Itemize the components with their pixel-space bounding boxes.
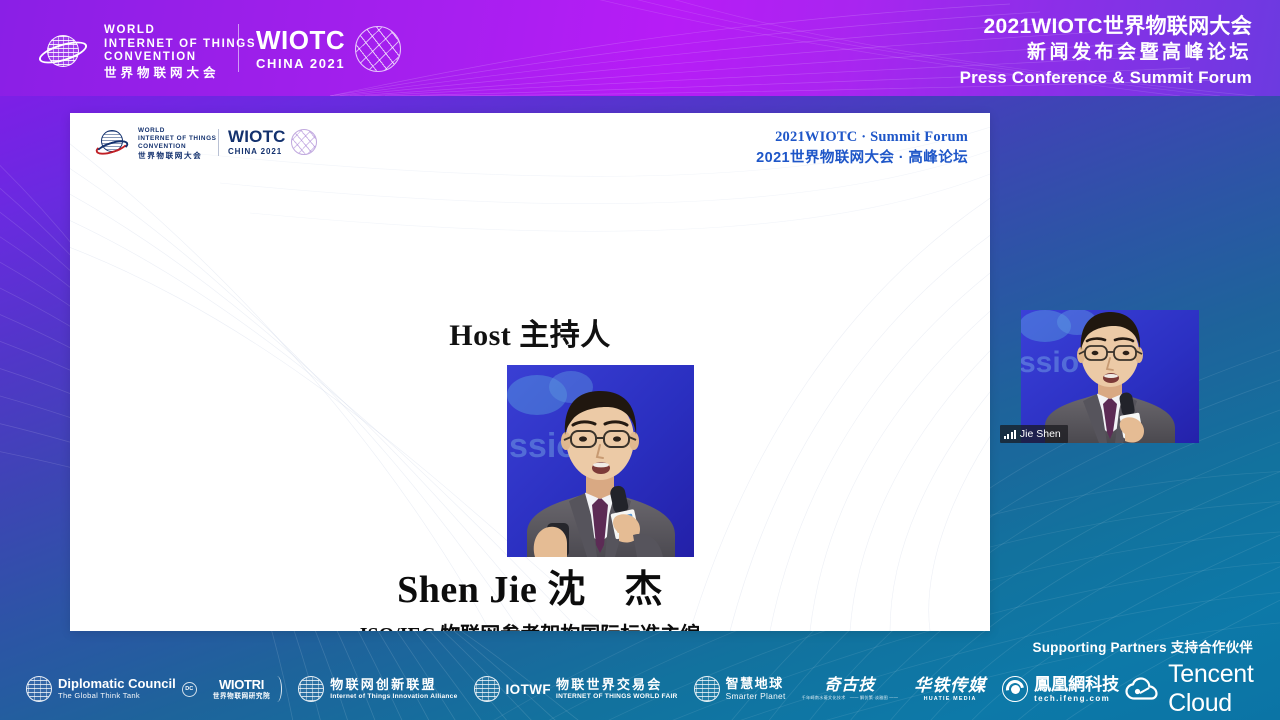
globe-icon — [693, 676, 720, 702]
globe-icon — [298, 676, 325, 702]
partner-name-en: Internet of Things Innovation Alliance — [330, 692, 458, 700]
participant-name-label: Jie Shen — [1000, 425, 1068, 443]
slide-brand-block: WIOTC CHINA 2021 — [228, 128, 317, 156]
cloud-icon — [1125, 677, 1159, 701]
header-logo-line2: INTERNET OF THINGS — [104, 37, 257, 50]
event-header-banner: WORLD INTERNET OF THINGS CONVENTION 世界物联… — [0, 0, 1280, 96]
slide-logo-line3: CONVENTION — [138, 142, 187, 150]
header-brand-name: WIOTC — [256, 25, 346, 56]
header-brand-block: WIOTC CHINA 2021 — [256, 25, 402, 72]
participant-name-text: Jie Shen — [1019, 428, 1061, 440]
partner-name-cn: 华铁传媒 — [914, 676, 987, 696]
partner-name-cn: 鳳凰網科技 — [1034, 674, 1120, 694]
partner-logos-bar: Diplomatic Council The Global Think Tank… — [0, 658, 1280, 720]
partner-name-en: INTERNET OF THINGS WORLD FAIR — [556, 692, 678, 700]
partner-name-cn: 物联网创新联盟 — [330, 676, 437, 692]
header-logo-line3: CONVENTION — [104, 51, 197, 64]
slide-brand-name: WIOTC — [228, 127, 286, 146]
globe-icon — [473, 676, 500, 702]
event-title-line3: Press Conference & Summit Forum — [959, 67, 1252, 87]
event-title-block: 2021WIOTC世界物联网大会 新闻发布会暨高峰论坛 Press Confer… — [960, 14, 1252, 89]
partner-name-en: HUATIE MEDIA — [923, 695, 977, 702]
wiotc-globe-icon — [93, 129, 131, 160]
participant-video-tile[interactable]: ssio — [1021, 310, 1199, 443]
signal-bars-icon — [1004, 429, 1016, 439]
partner-name-en: Smarter Planet — [725, 690, 786, 701]
wiotc-globe-icon — [36, 31, 90, 73]
partner-acronym: WIOTRI — [218, 676, 265, 692]
presentation-slide[interactable]: WORLD INTERNET OF THINGS CONVENTION 世界物联… — [70, 113, 990, 631]
header-divider — [238, 24, 239, 72]
phoenix-spiral-icon — [1002, 675, 1029, 702]
slide-forum-title-en: 2021WIOTC · Summit Forum — [775, 129, 968, 145]
header-brand-subtitle: CHINA 2021 — [256, 56, 346, 72]
partner-logo-qiguji[interactable]: 奇古技 千年崎南水菱文化技术 —— 解仿策·淡雅图 —— — [802, 677, 898, 700]
partner-name-en: 千年崎南水菱文化技术 —— 解仿策·淡雅图 —— — [801, 694, 899, 700]
partner-logo-spiot[interactable]: 智慧地球 Smarter Planet — [693, 675, 786, 702]
partner-logo-huatie-media[interactable]: 华铁传媒 HUATIE MEDIA — [914, 676, 986, 702]
svg-text:ssio: ssio — [1021, 346, 1079, 379]
header-logo-line1: WORLD — [104, 24, 156, 36]
partner-acronym: IOTWF — [505, 681, 552, 697]
partner-name-cn: 世界物联网研究院 — [212, 692, 271, 700]
partner-logo-iotia[interactable]: 物联网创新联盟 Internet of Things Innovation Al… — [298, 676, 457, 702]
partner-name: Diplomatic Council — [58, 676, 176, 692]
header-wiotc-logo: WORLD INTERNET OF THINGS CONVENTION 世界物联… — [36, 24, 256, 80]
event-title-line1: 2021WIOTC世界物联网大会 — [983, 15, 1252, 38]
partner-logo-tencent-cloud[interactable]: Tencent Cloud — [1125, 660, 1254, 718]
partner-badge: DC — [181, 681, 197, 697]
supporting-partners-label: Supporting Partners 支持合作伙伴 — [1032, 640, 1253, 655]
presentation-stage: WORLD INTERNET OF THINGS CONVENTION 世界物联… — [0, 0, 1280, 720]
slide-section-title: Host 主持人 — [449, 319, 611, 352]
globe-dots-icon — [26, 676, 52, 702]
speaker-portrait-photo: ssio — [507, 365, 694, 557]
partner-name-en: tech.ifeng.com — [1034, 694, 1111, 704]
mesh-globe-icon — [355, 26, 402, 72]
slide-logo-divider — [218, 129, 219, 156]
header-logo-line-cn: 世界物联网大会 — [104, 65, 220, 80]
slide-logo-line2: INTERNET OF THINGS — [138, 134, 217, 142]
event-title-line2: 新闻发布会暨高峰论坛 — [1026, 42, 1252, 64]
slide-forum-title: 2021WIOTC · Summit Forum 2021世界物联网大会 · 高… — [756, 128, 968, 168]
partner-name-cn: 智慧地球 — [725, 675, 784, 691]
partner-logo-wiotri[interactable]: WIOTRI 世界物联网研究院 — [213, 676, 283, 702]
swoosh-icon — [272, 676, 283, 702]
mesh-globe-icon — [290, 129, 317, 156]
partner-logo-ifeng-tech[interactable]: 鳳凰網科技 tech.ifeng.com — [1002, 675, 1119, 704]
partner-logo-iotwf[interactable]: IOTWF 物联世界交易会 INTERNET OF THINGS WORLD F… — [473, 676, 678, 702]
slide-logo-line-cn: 世界物联网大会 — [138, 151, 203, 161]
partner-name-cn: 奇古技 — [824, 677, 876, 695]
speaker-role-cn: ISO/IEC 物联网参考架构国际标准主编 — [70, 618, 990, 631]
partner-name-cn: 物联世界交易会 — [556, 676, 663, 692]
partner-tagline: The Global Think Tank — [58, 691, 140, 701]
partner-logo-diplomatic-council[interactable]: Diplomatic Council The Global Think Tank… — [26, 676, 197, 702]
speaker-name: Shen Jie 沈 杰 — [397, 569, 663, 611]
slide-logo-line1: WORLD — [138, 127, 165, 134]
slide-brand-subtitle: CHINA 2021 — [228, 146, 283, 156]
partner-name: Tencent Cloud — [1168, 660, 1254, 717]
slide-wiotc-logo: WORLD INTERNET OF THINGS CONVENTION 世界物联… — [93, 127, 217, 161]
slide-forum-title-cn: 2021世界物联网大会 · 高峰论坛 — [756, 149, 968, 166]
